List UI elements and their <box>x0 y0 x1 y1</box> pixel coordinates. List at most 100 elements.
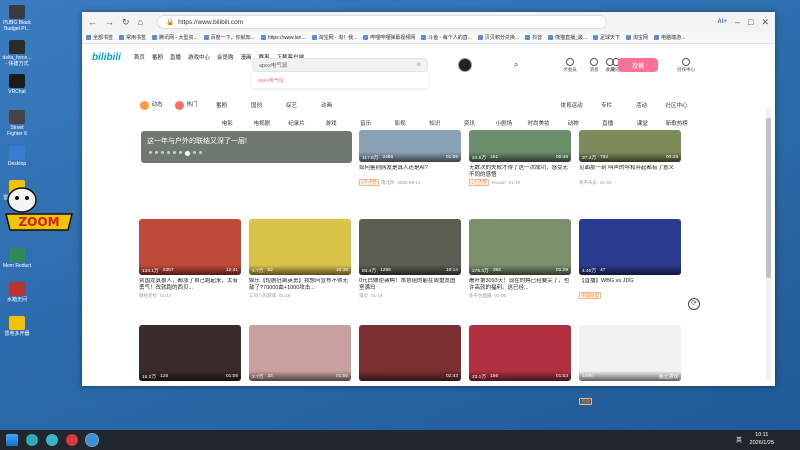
video-card[interactable]: 134.1万 2357 12:41 贾国龙真狠人，都涨了自己跑起来，太有勇气！改就跑的… <box>139 219 241 299</box>
channel-item[interactable]: 小剧场 <box>487 119 522 127</box>
channel-item[interactable]: 动画 <box>309 101 344 109</box>
video-thumbnail[interactable]: 16.2万 126 01:06 <box>139 325 241 381</box>
channel-item[interactable]: 直播 <box>590 119 625 127</box>
video-card[interactable]: 2.7万 22 01:55 <box>249 325 351 404</box>
video-thumbnail[interactable]: 117.6万 2486 01:06 <box>359 130 461 162</box>
channel-item[interactable]: 知识 <box>417 119 452 127</box>
avatar[interactable] <box>458 58 472 72</box>
bookmark-item[interactable]: 抖音 <box>525 34 542 41</box>
video-thumbnail[interactable]: 23.1万 156 01:03 <box>469 325 571 381</box>
home-icon[interactable]: ⌂ <box>138 17 143 27</box>
video-card[interactable]: 37.4万 792 00:29 见面那一刻 叫声的呼和弃起都有了意义 哥不乐乐 01-03 <box>579 130 681 186</box>
channel-item[interactable]: 社区中心 <box>659 101 694 109</box>
video-title[interactable]: 娱乐【短剧狂飙英勇】我想问宣布不得无敌了?70000血+1000攻击... <box>249 278 351 292</box>
header-link-5[interactable]: 漫画 <box>240 53 251 61</box>
video-author[interactable]: 财经老杜 <box>139 293 157 298</box>
desktop-icon-item[interactable]: Street Fighter 6 <box>2 110 32 137</box>
video-thumbnail[interactable]: 83.4万 1255 18:14 <box>359 219 461 275</box>
video-title[interactable] <box>469 384 571 398</box>
desktop-icon-item[interactable]: PUBG Black Budget Pl... <box>2 5 32 32</box>
channel-item[interactable]: 活动 <box>624 101 659 109</box>
forward-icon[interactable]: → <box>105 17 114 27</box>
video-card[interactable]: 02:43 <box>359 325 461 404</box>
video-thumbnail[interactable]: 24.5万 161 00:48 <box>469 130 571 162</box>
address-bar[interactable]: 🔒 https://www.bilibili.com <box>156 15 607 29</box>
banner-carousel[interactable]: 这一年与户外的联结又深了一层! <box>141 131 352 163</box>
channel-item[interactable]: 综艺 <box>274 101 309 109</box>
desktop-icon-item[interactable]: VRChat <box>2 74 32 95</box>
channel-item[interactable]: 电影 <box>210 119 245 127</box>
video-title[interactable] <box>139 384 241 398</box>
video-thumbnail[interactable]: 37.4万 792 00:29 <box>579 130 681 162</box>
video-author[interactable]: Tecuari <box>491 180 506 185</box>
ai-button[interactable]: AI+ <box>717 19 727 25</box>
header-vip-button[interactable]: 大会员 <box>560 58 580 73</box>
desktop-icon-item[interactable]: 雷电多开器 <box>2 316 32 337</box>
video-title[interactable]: 【直播】WBG vs JDG <box>579 278 681 292</box>
desktop-icon-item[interactable]: Desktop <box>2 146 32 167</box>
video-card[interactable]: 275.3万 394 01:29 屠叶第3093天！现在的鳄已经要尖了，也许高就的福利… <box>469 219 571 299</box>
bookmark-item[interactable]: 哔哩哔哩弹幕视频网 <box>363 34 415 41</box>
maximize-icon[interactable]: □ <box>748 17 753 27</box>
channel-item[interactable]: 体育运动 <box>554 101 589 109</box>
desktop-icon-item[interactable]: 水箱无间 <box>2 282 32 303</box>
video-card[interactable]: 23.1万 156 01:03 <box>469 325 571 404</box>
refresh-icon[interactable]: ↻ <box>122 17 130 28</box>
video-card[interactable]: 16.2万 126 01:06 <box>139 325 241 404</box>
channel-item[interactable]: 国创 <box>239 101 274 109</box>
bookmark-item[interactable]: 电脑端游... <box>654 34 685 41</box>
header-link-1[interactable]: 番剧 <box>152 53 163 61</box>
video-title[interactable]: 0元白嫖逆袭鳄！策划组的能在周重宽图室满玛 <box>359 278 461 292</box>
channel-item[interactable]: 音乐 <box>348 119 383 127</box>
header-link-4[interactable]: 会员购 <box>217 53 234 61</box>
video-thumbnail[interactable]: 2.7万 22 01:55 <box>249 325 351 381</box>
header-favorite-button[interactable]: 收藏 <box>600 58 620 73</box>
video-title[interactable]: 无数次的失败才得了这一次成功，感受无不同的感悟 <box>469 165 571 179</box>
bookmark-item[interactable]: 足球天下 <box>593 34 620 41</box>
video-author[interactable]: 三对八的游戏 <box>249 293 276 298</box>
video-author[interactable]: 南北吹 <box>381 180 395 185</box>
video-card[interactable]: 4.40万 47 【直播】WBG vs JDG 英雄联盟 <box>579 219 681 299</box>
video-title[interactable] <box>359 384 461 398</box>
minimize-icon[interactable]: – <box>735 17 740 27</box>
desktop-icon-item[interactable]: Mem Reduct <box>2 248 32 269</box>
edge-icon[interactable] <box>26 434 38 446</box>
header-link-2[interactable]: 直播 <box>170 53 181 61</box>
video-title[interactable] <box>249 384 351 398</box>
banner-dots[interactable] <box>149 151 202 156</box>
bookmark-item[interactable]: 常用书签 <box>119 34 146 41</box>
channel-item[interactable]: 影视 <box>383 119 418 127</box>
bookmark-item[interactable]: 贝贝积分兑换... <box>477 34 519 41</box>
header-link-3[interactable]: 游戏中心 <box>188 53 210 61</box>
header-link-0[interactable]: 首页 <box>134 53 145 61</box>
ime-indicator[interactable]: 英 <box>736 435 742 444</box>
video-card[interactable]: 117.6万 2486 01:06 如何鉴别网友是真人还是AI? 2千点赞 南北吹 2025… <box>359 130 461 186</box>
bookmark-item[interactable]: 熊猫直播_最... <box>548 34 587 41</box>
video-card[interactable]: 24.5万 161 00:48 无数次的失败才得了这一次成功，感受无不同的感悟 1万点赞… <box>469 130 571 186</box>
video-thumbnail[interactable]: 1695 独立游戏 <box>579 325 681 381</box>
search-icon[interactable]: ⌕ <box>514 60 518 70</box>
channel-item[interactable]: 课堂 <box>625 119 660 127</box>
bookmark-item[interactable]: 腾讯网 - 大型资... <box>152 34 198 41</box>
channel-1[interactable]: 热门 <box>169 100 204 110</box>
scrollbar-thumb[interactable] <box>766 118 771 278</box>
channel-0[interactable]: 动态 <box>134 100 169 110</box>
clock[interactable]: 10:11 2026/1/25 <box>750 431 774 447</box>
channel-item[interactable]: 时尚美妆 <box>521 119 556 127</box>
bookmark-item[interactable]: 斗鱼 - 每个人的直... <box>421 34 472 41</box>
video-thumbnail[interactable]: 4.40万 47 <box>579 219 681 275</box>
video-card[interactable]: 83.4万 1255 18:14 0元白嫖逆袭鳄！策划组的能在周重宽图室满玛 鬼灵 01-… <box>359 219 461 299</box>
video-author[interactable]: 多平台直播 <box>469 293 492 298</box>
clear-icon[interactable]: ⊗ <box>416 62 421 68</box>
upload-button[interactable]: 投稿 <box>618 58 658 72</box>
desktop-icon-item[interactable]: delta_force... - 快捷方式 <box>2 40 32 67</box>
scrollbar[interactable] <box>766 108 771 380</box>
edge-beta-icon[interactable] <box>46 434 58 446</box>
bookmark-item[interactable]: 百度一下，你就知... <box>203 34 255 41</box>
video-title[interactable]: 如何鉴别网友是真人还是AI? <box>359 165 461 179</box>
header-creator-button[interactable]: 创作中心 <box>676 58 696 73</box>
netease-icon[interactable] <box>66 434 78 446</box>
start-icon[interactable] <box>6 434 18 446</box>
bookmark-item[interactable]: 全部书签 <box>86 34 113 41</box>
video-title[interactable]: 贾国龙真狠人，都涨了自己跑起来，太有勇气！改就跑的西贝... <box>139 278 241 292</box>
